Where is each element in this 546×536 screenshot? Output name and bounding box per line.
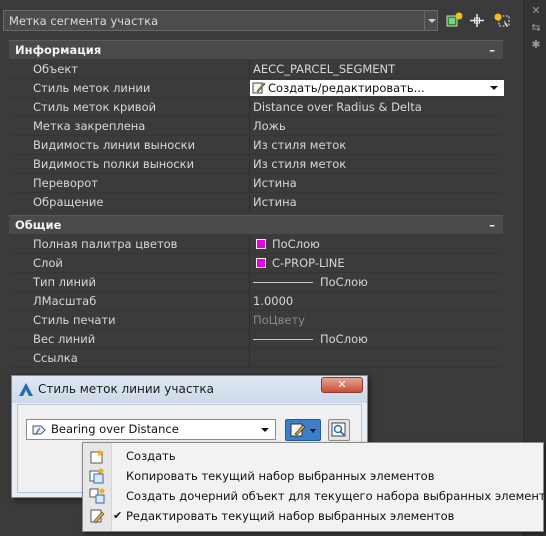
property-name: Вес линий (33, 332, 96, 346)
layer-color-swatch (256, 258, 266, 268)
edit-style-icon (90, 509, 105, 524)
menu-item-edit[interactable]: ✔ Редактировать текущий набор выбранных … (83, 506, 543, 526)
line-label-style-dropdown[interactable]: Создать/редактировать... (250, 80, 504, 96)
object-type-selector[interactable]: Метка сегмента участка (3, 10, 425, 31)
property-name: Видимость полки выноски (33, 157, 195, 171)
property-name: Тип линий (33, 275, 96, 289)
linetype-sample (253, 282, 313, 283)
quick-select-icon (494, 13, 510, 27)
property-row[interactable]: Стиль меток линии Создать/редактировать.… (9, 79, 504, 98)
property-name: Стиль меток кривой (33, 100, 157, 114)
property-row[interactable]: Тип линий ПоСлою (9, 273, 503, 292)
close-icon[interactable]: ✕ (530, 5, 542, 17)
property-name: Видимость линии выноски (33, 138, 196, 152)
child-style-icon (89, 488, 105, 504)
menu-item-label: Создать (126, 449, 176, 463)
property-name: Слой (33, 256, 63, 270)
property-value: Distance over Radius & Delta (249, 98, 507, 116)
lineweight-sample (253, 339, 313, 340)
pick-add-button[interactable] (467, 11, 487, 30)
style-combobox[interactable]: Bearing over Distance (26, 419, 276, 440)
menu-item-label: Копировать текущий набор выбранных элеме… (126, 469, 435, 483)
menu-item-create[interactable]: Создать (83, 446, 543, 466)
property-name: Ссылка (33, 351, 78, 365)
property-value: ПоСлою (249, 235, 507, 253)
color-value: ПоСлою (272, 237, 320, 251)
property-name: Стиль печати (33, 313, 116, 327)
combobox-value: Bearing over Distance (51, 422, 179, 436)
property-row[interactable]: Объект AECC_PARCEL_SEGMENT (9, 60, 503, 79)
property-name: Объект (33, 62, 78, 76)
property-value: Из стиля меток (249, 155, 507, 173)
linetype-value: ПоСлою (320, 275, 368, 289)
property-value: C-PROP-LINE (249, 254, 507, 272)
property-value: ПоСлою (249, 273, 507, 291)
property-name: Стиль меток линии (33, 81, 151, 95)
edit-style-icon (290, 423, 316, 437)
property-value (249, 349, 507, 367)
color-swatch (256, 239, 266, 249)
property-name: Метка закреплена (33, 119, 146, 133)
dialog-close-button[interactable]: ✕ (321, 377, 363, 393)
chevron-down-icon[interactable] (425, 10, 438, 31)
menu-item-label: Редактировать текущий набор выбранных эл… (126, 509, 455, 523)
select-objects-icon (446, 12, 463, 27)
collapse-icon[interactable]: – (489, 41, 495, 59)
label-style-icon (32, 425, 46, 436)
edit-style-split-button[interactable] (285, 419, 321, 441)
property-name: Обращение (33, 195, 104, 209)
collapse-icon[interactable]: – (489, 216, 495, 234)
property-row[interactable]: Переворот Истина (9, 174, 503, 193)
pick-in-drawing-icon (331, 422, 346, 437)
dropdown-value: Создать/редактировать... (268, 81, 425, 95)
menu-item-copy[interactable]: Копировать текущий набор выбранных элеме… (83, 466, 543, 486)
property-value: Истина (249, 174, 507, 192)
property-value: ПоЦвету (249, 311, 507, 329)
property-name: Переворот (33, 176, 98, 190)
property-value: Из стиля меток (249, 136, 507, 154)
dialog-title: Стиль меток линии участка (38, 382, 215, 396)
property-row[interactable]: Ссылка (9, 349, 503, 368)
property-value: Истина (249, 193, 507, 211)
edit-style-icon (252, 82, 266, 94)
section-title: Общие (15, 218, 62, 232)
create-style-icon (90, 449, 104, 464)
property-value: AECC_PARCEL_SEGMENT (249, 60, 507, 78)
property-name: Полная палитра цветов (33, 237, 178, 251)
civil3d-app-icon (19, 383, 33, 396)
layer-value: C-PROP-LINE (272, 256, 345, 270)
section-header-general[interactable]: Общие – (9, 215, 503, 234)
properties-grid: Информация – Объект AECC_PARCEL_SEGMENT … (9, 40, 504, 369)
quick-select-button[interactable] (492, 11, 512, 30)
autohide-icon[interactable]: ⇆ (530, 22, 542, 34)
property-row[interactable]: Метка закреплена Ложь (9, 117, 503, 136)
copy-style-icon (89, 468, 104, 484)
menu-item-create-child[interactable]: Создать дочерний объект для текущего наб… (83, 486, 546, 506)
checkmark-icon: ✔ (113, 509, 123, 522)
property-row[interactable]: Слой C-PROP-LINE (9, 254, 503, 273)
dialog-titlebar[interactable]: Стиль меток линии участка (12, 376, 367, 403)
lineweight-value: ПоСлою (320, 332, 368, 346)
property-row[interactable]: Вес линий ПоСлою (9, 330, 503, 349)
property-row[interactable]: ЛМасштаб 1.0000 (9, 292, 503, 311)
property-row[interactable]: Стиль печати ПоЦвету (9, 311, 503, 330)
section-title: Информация (15, 43, 102, 57)
property-row[interactable]: Обращение Истина (9, 193, 503, 212)
menu-item-label: Создать дочерний объект для текущего наб… (126, 489, 546, 503)
pick-from-drawing-button[interactable] (328, 419, 350, 441)
property-value: Ложь (249, 117, 507, 135)
property-value: 1.0000 (249, 292, 507, 310)
property-row[interactable]: Стиль меток кривой Distance over Radius … (9, 98, 503, 117)
section-header-information[interactable]: Информация – (9, 40, 503, 59)
property-value: ПоСлою (249, 330, 507, 348)
property-row[interactable]: Видимость полки выноски Из стиля меток (9, 155, 503, 174)
crosshair-icon (470, 14, 484, 27)
property-name: ЛМасштаб (33, 294, 97, 308)
style-context-menu: Создать Копировать текущий набор выбранн… (82, 442, 546, 532)
select-objects-button[interactable] (444, 11, 464, 30)
settings-icon[interactable]: ✱ (530, 39, 542, 51)
property-row[interactable]: Видимость линии выноски Из стиля меток (9, 136, 503, 155)
property-row[interactable]: Полная палитра цветов ПоСлою (9, 235, 503, 254)
